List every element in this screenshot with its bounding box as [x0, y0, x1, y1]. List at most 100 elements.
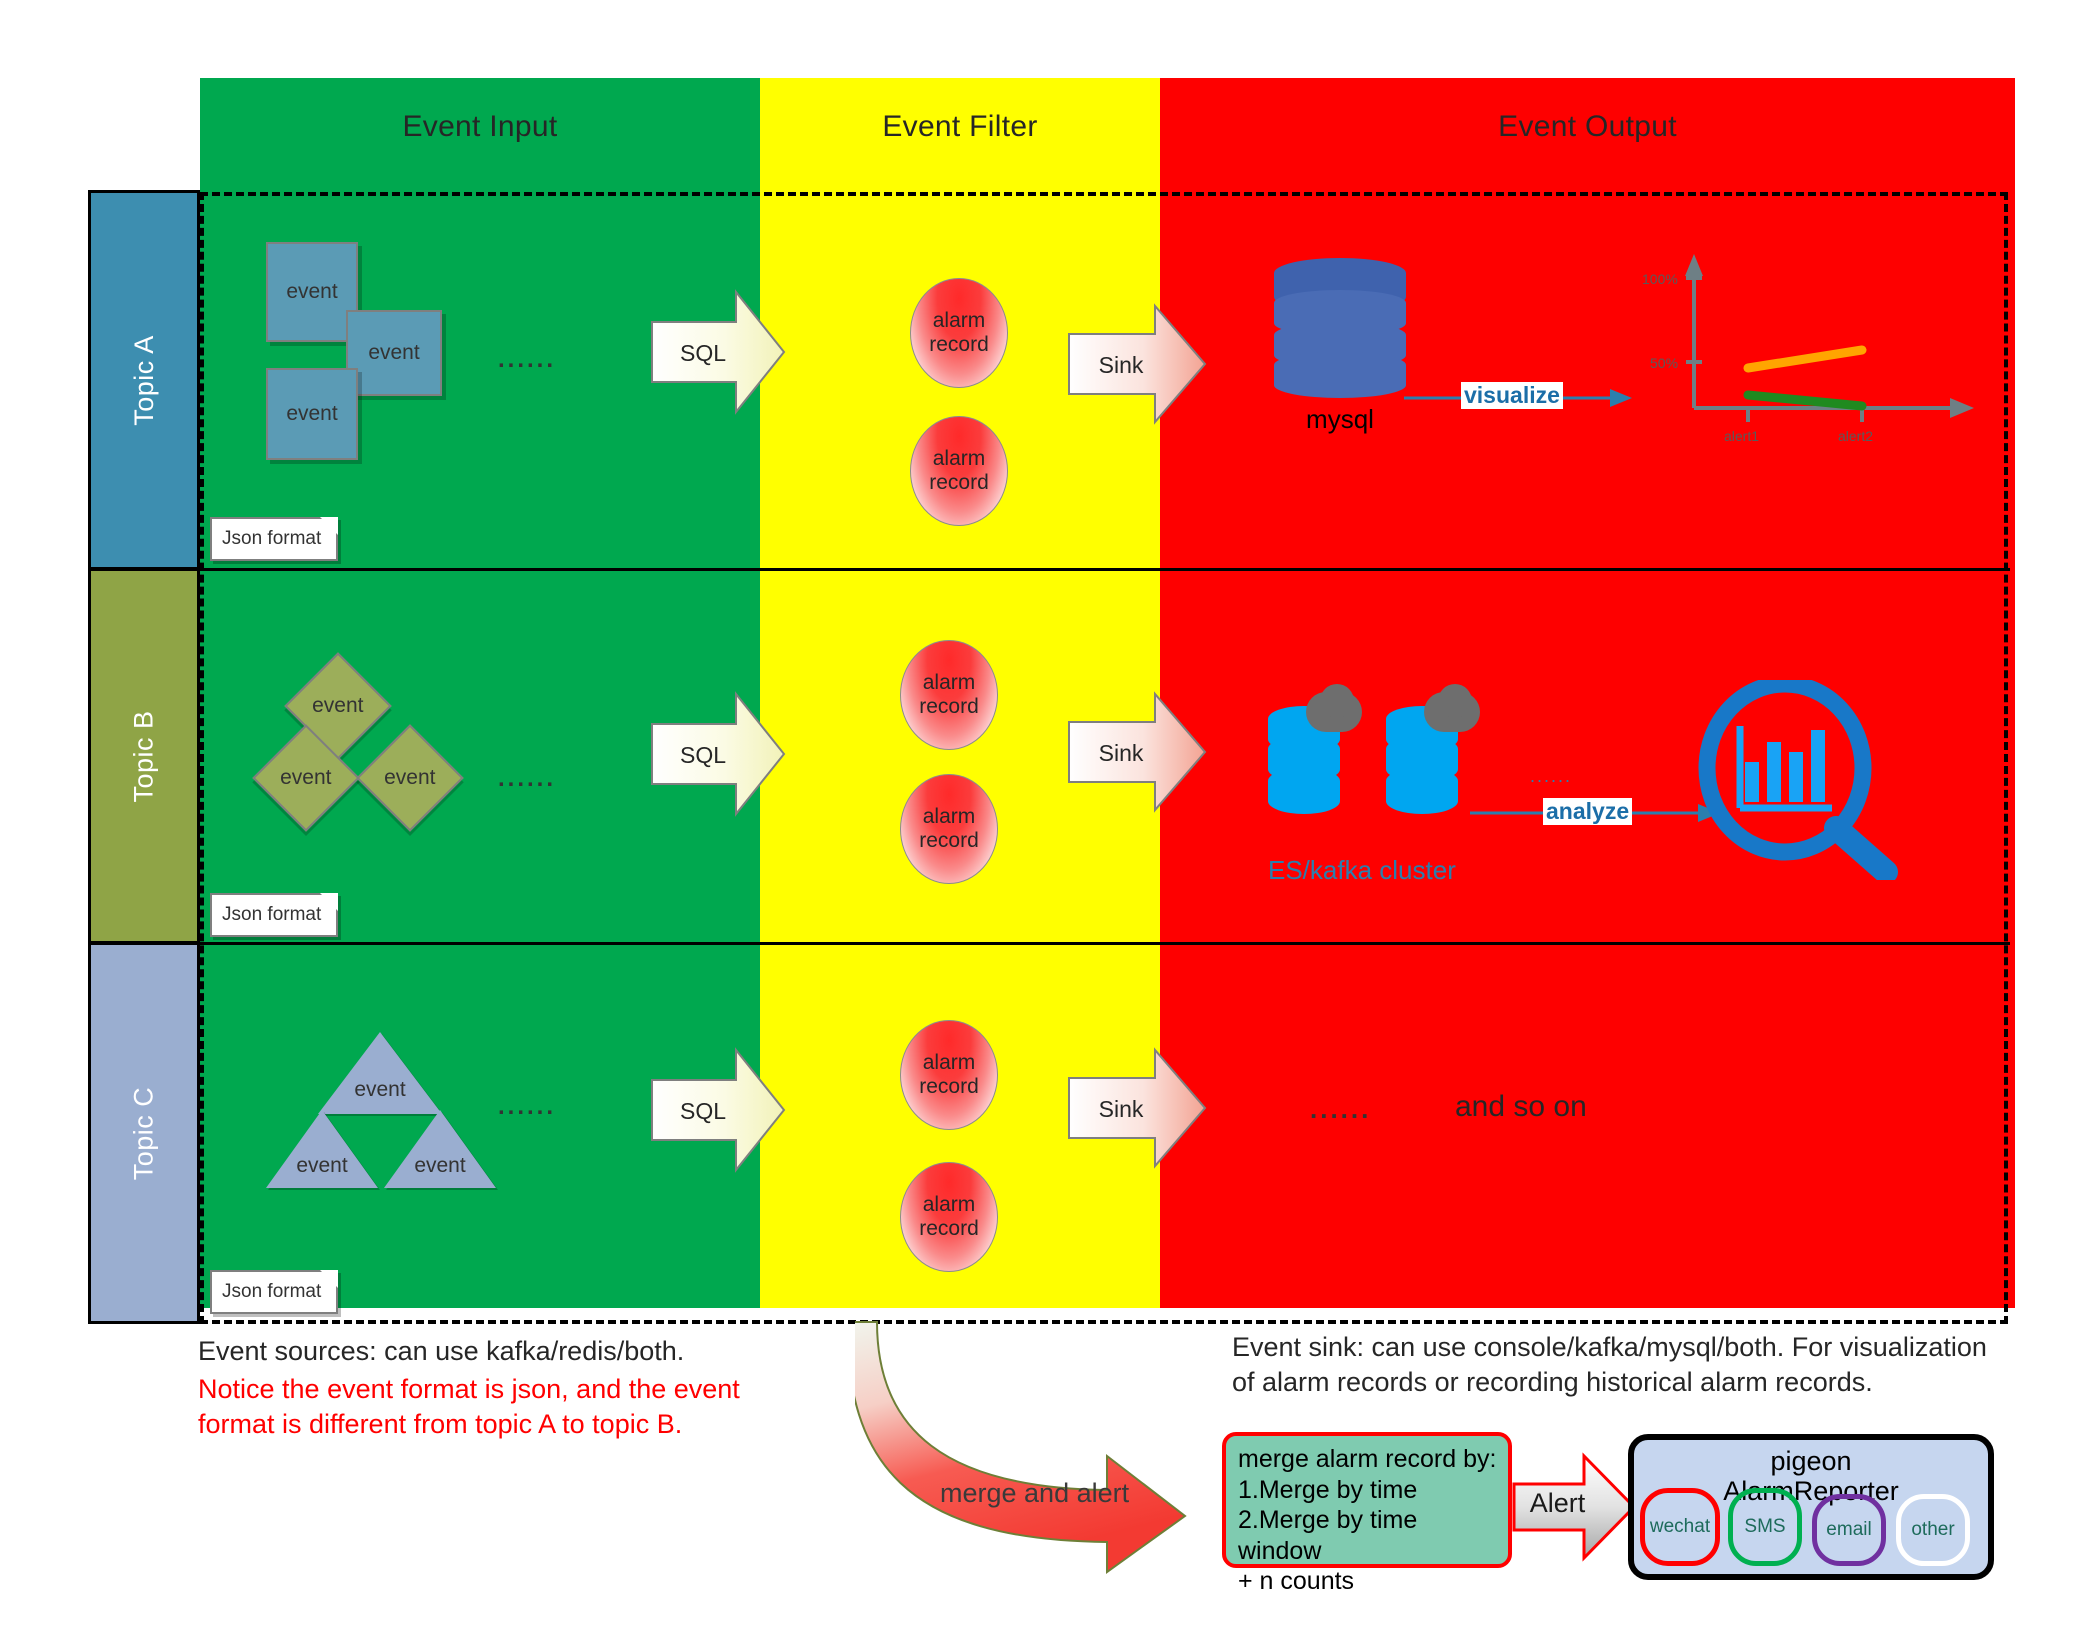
- event-label: event: [280, 766, 332, 789]
- sink-arrow-a: Sink: [1065, 302, 1210, 428]
- topic-cell-topic-b: Topic B: [88, 568, 200, 944]
- output-ellipsis-c: ......: [1310, 1094, 1372, 1124]
- channel-chip-sms[interactable]: SMS: [1728, 1488, 1802, 1566]
- alert-trend-chart: [1685, 254, 1974, 422]
- mysql-database-icon: [1274, 258, 1406, 398]
- alarm-line1: alarm: [922, 671, 976, 695]
- event-sink-note: Event sink: can use console/kafka/mysql/…: [1232, 1332, 1987, 1397]
- json-format-note-c: Json format: [210, 1270, 338, 1314]
- merge-rule-line3: 2.Merge by time window: [1238, 1506, 1418, 1565]
- sql-arrow-label-c: SQL: [679, 1097, 727, 1124]
- note-fold-corner: [320, 893, 338, 911]
- column-title-event-input: Event Input: [402, 110, 558, 143]
- sql-arrow-label-a: SQL: [679, 339, 727, 366]
- cluster-ellipsis: ......: [1530, 766, 1573, 786]
- topic-cell-topic-a: Topic A: [88, 190, 200, 570]
- json-format-label: Json format: [222, 1281, 322, 1302]
- event-label: event: [354, 1078, 406, 1101]
- alarm-record-b1: alarm record: [900, 640, 998, 750]
- mysql-label: mysql: [1306, 404, 1374, 434]
- topic-label-b: Topic B: [128, 709, 159, 803]
- json-format-note-a: Json format: [210, 517, 338, 561]
- event-ellipsis-c: ......: [498, 1093, 557, 1120]
- sink-arrow-label-a: Sink: [1098, 351, 1144, 378]
- json-format-label: Json format: [222, 528, 322, 549]
- event-label: event: [368, 341, 420, 364]
- alert-arrow-label: Alert: [1529, 1488, 1586, 1518]
- analyze-label: analyze: [1543, 798, 1633, 825]
- channel-label: wechat: [1649, 1516, 1711, 1537]
- channel-chip-wechat[interactable]: wechat: [1640, 1488, 1720, 1566]
- topic-label-a: Topic A: [128, 334, 159, 426]
- visualize-label: visualize: [1461, 382, 1563, 409]
- event-shape-a3: event: [266, 368, 358, 460]
- alarm-line2: record: [929, 333, 989, 356]
- event-sources-note-line1: Event sources: can use kafka/redis/both.: [198, 1336, 685, 1366]
- event-label: event: [286, 402, 338, 425]
- channel-label: other: [1911, 1519, 1955, 1540]
- and-so-on-label: and so on: [1455, 1090, 1587, 1123]
- alarm-line1: alarm: [932, 447, 986, 471]
- event-ellipsis-a: ......: [498, 346, 557, 373]
- note-fold-corner: [320, 1270, 338, 1288]
- chart-ytick-100: 100%: [1642, 271, 1678, 287]
- alarm-line1: alarm: [922, 805, 976, 829]
- channel-label: SMS: [1744, 1516, 1786, 1537]
- row-separator-a-b: [88, 568, 2010, 571]
- chart-ytick-50: 50%: [1650, 355, 1679, 371]
- event-shape-a2: event: [346, 310, 442, 396]
- event-shape-a1: event: [266, 242, 358, 342]
- alarm-line2: record: [919, 1217, 979, 1240]
- event-label: event: [296, 1154, 348, 1177]
- merge-rule-line1: merge alarm record by:: [1238, 1445, 1497, 1473]
- es-kafka-cluster-label: ES/kafka cluster: [1268, 855, 1456, 885]
- alarm-line2: record: [919, 1075, 979, 1098]
- event-label: event: [286, 280, 338, 303]
- column-title-event-filter: Event Filter: [882, 110, 1038, 143]
- alarm-record-a1: alarm record: [910, 278, 1008, 388]
- sql-arrow-b: SQL: [648, 690, 788, 820]
- alarm-line2: record: [919, 829, 979, 852]
- alarm-record-c1: alarm record: [900, 1020, 998, 1130]
- event-ellipsis-b: ......: [498, 765, 557, 792]
- es-kafka-cluster-icon: [1268, 684, 1480, 832]
- alarm-line2: record: [919, 695, 979, 718]
- sql-arrow-a: SQL: [648, 288, 788, 418]
- analytics-magnifier-icon: [1698, 680, 1898, 880]
- event-label: event: [414, 1154, 466, 1177]
- topic-cell-topic-c: Topic C: [88, 942, 200, 1324]
- chart-xtick-alert2: alert2: [1838, 428, 1874, 444]
- sink-arrow-b: Sink: [1065, 690, 1210, 816]
- column-title-event-output: Event Output: [1498, 110, 1677, 143]
- sql-arrow-c: SQL: [648, 1046, 788, 1176]
- json-format-note-b: Json format: [210, 893, 338, 937]
- row-separator-b-c: [88, 942, 2010, 945]
- sink-arrow-c: Sink: [1065, 1046, 1210, 1172]
- merge-and-alert-curved-arrow: [855, 1321, 1187, 1574]
- note-fold-corner: [320, 517, 338, 535]
- alarm-line1: alarm: [932, 309, 986, 333]
- alarm-record-b2: alarm record: [900, 774, 998, 884]
- event-label: event: [384, 766, 436, 789]
- channel-label: email: [1826, 1519, 1872, 1540]
- channel-chip-email[interactable]: email: [1812, 1494, 1886, 1566]
- pigeon-title-line1: pigeon: [1770, 1446, 1852, 1476]
- json-format-label: Json format: [222, 904, 322, 925]
- event-sources-note-red: Notice the event format is json, and the…: [198, 1374, 740, 1439]
- chart-xtick-alert1: alert1: [1724, 428, 1760, 444]
- topic-label-c: Topic C: [128, 1086, 159, 1180]
- event-shape-c1: event: [318, 1032, 442, 1114]
- channel-chip-other[interactable]: other: [1896, 1494, 1970, 1566]
- merge-rule-box: merge alarm record by: 1.Merge by time 2…: [1222, 1432, 1512, 1595]
- sink-arrow-label-c: Sink: [1098, 1095, 1144, 1122]
- merge-and-alert-label: merge and alert: [940, 1478, 1130, 1508]
- merge-rule-line2: 1.Merge by time: [1238, 1475, 1418, 1504]
- event-label: event: [312, 694, 364, 717]
- alarm-line1: alarm: [922, 1193, 976, 1217]
- sql-arrow-label-b: SQL: [679, 741, 727, 768]
- alarm-line2: record: [929, 471, 989, 494]
- merge-rule-line4: + n counts: [1238, 1567, 1355, 1595]
- event-shape-c2: event: [266, 1110, 378, 1188]
- alarm-line1: alarm: [922, 1051, 976, 1075]
- sink-arrow-label-b: Sink: [1098, 739, 1144, 766]
